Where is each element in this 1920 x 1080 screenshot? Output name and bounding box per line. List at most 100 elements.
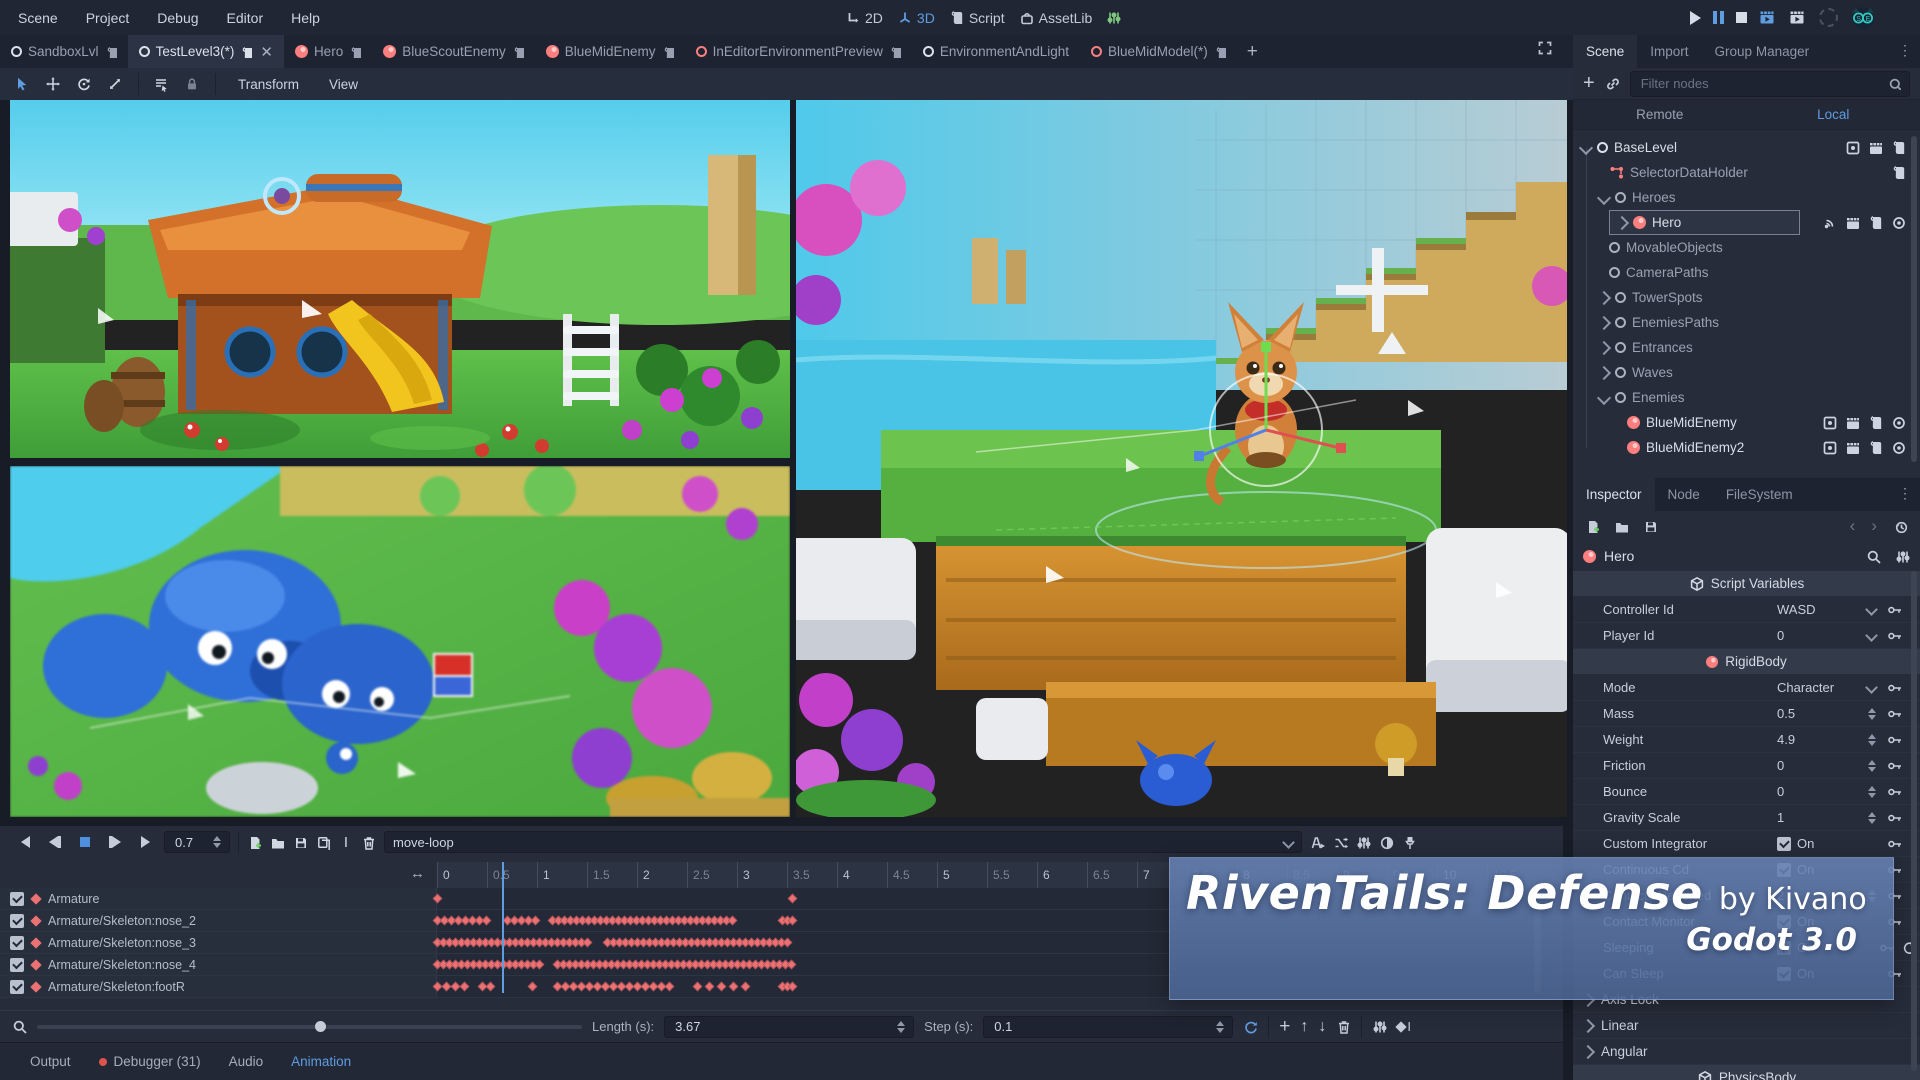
timeline-zoom-slider[interactable] — [37, 1020, 582, 1032]
timeline-pan-icon[interactable]: ↔ — [410, 865, 425, 882]
scene-tab-testlevel3[interactable]: TestLevel3(*) ✕ — [127, 35, 284, 68]
filter-nodes-field[interactable] — [1629, 70, 1910, 97]
scene-tree-scrollbar[interactable] — [1911, 136, 1917, 462]
collapse-icon[interactable] — [1578, 140, 1594, 155]
add-node-button[interactable]: + — [1583, 72, 1595, 95]
clapper-icon[interactable] — [1868, 140, 1883, 155]
track-enabled-checkbox[interactable] — [10, 913, 24, 928]
dock-splitter[interactable] — [1573, 470, 1920, 478]
keyframe[interactable] — [530, 915, 540, 926]
animation-panel-button[interactable]: Animation — [281, 1054, 361, 1069]
script-icon[interactable] — [1868, 415, 1883, 430]
menu-scene[interactable]: Scene — [4, 0, 72, 35]
tab-group-manager[interactable]: Group Manager — [1702, 35, 1823, 68]
duplicate-animation-icon[interactable] — [316, 835, 331, 850]
property-tools-icon[interactable] — [1895, 549, 1910, 564]
workspace-3d-button[interactable]: 3D — [897, 10, 935, 26]
scene-tab-environmentandlight[interactable]: EnvironmentAndLight — [912, 35, 1080, 68]
section-rigidbody[interactable]: RigidBody — [1573, 649, 1920, 675]
key-icon[interactable] — [1887, 836, 1902, 851]
anim-stop-button[interactable] — [74, 831, 96, 853]
move-track-up-button[interactable]: ↑ — [1300, 1018, 1308, 1036]
add-track-button[interactable]: + — [1279, 1016, 1290, 1038]
visibility-icon[interactable] — [1891, 415, 1906, 430]
view-menu[interactable]: View — [321, 77, 366, 92]
keyframe[interactable] — [740, 981, 750, 992]
clapper-icon[interactable] — [1845, 215, 1860, 230]
edit-transitions-icon[interactable] — [1333, 835, 1348, 850]
rotate-tool-icon[interactable] — [76, 76, 93, 93]
tab-inspector[interactable]: Inspector — [1573, 478, 1655, 511]
script-icon[interactable] — [1868, 215, 1883, 230]
lock-selected-icon[interactable] — [184, 76, 201, 93]
stepper-icon[interactable] — [1868, 759, 1876, 772]
tree-row-towerspots[interactable]: TowerSpots — [1573, 285, 1920, 310]
menu-project[interactable]: Project — [72, 0, 144, 35]
workspace-script-button[interactable]: Script — [949, 10, 1005, 26]
viewport-top-left[interactable] — [10, 100, 790, 458]
anim-play-button[interactable] — [134, 831, 156, 853]
prop-mode[interactable]: Mode Character — [1573, 675, 1920, 701]
stepper-icon[interactable] — [1868, 785, 1876, 798]
select-tool-icon[interactable] — [14, 76, 31, 93]
close-tab-icon[interactable]: ✕ — [260, 43, 273, 61]
stop-button[interactable] — [1736, 12, 1747, 23]
tree-row-movableobjects[interactable]: MovableObjects — [1573, 235, 1920, 260]
key-icon[interactable] — [1887, 602, 1902, 617]
viewport-bottom-left[interactable] — [10, 466, 790, 817]
new-scene-tab-button[interactable]: + — [1237, 35, 1268, 68]
keyframe[interactable] — [450, 981, 460, 992]
scene-tab-bluemidmodel[interactable]: BlueMidModel(*) — [1080, 35, 1237, 68]
expand-icon[interactable] — [1596, 365, 1612, 380]
script-icon[interactable] — [1868, 440, 1883, 455]
expand-icon[interactable] — [1596, 340, 1612, 355]
visibility-icon[interactable] — [1891, 215, 1906, 230]
track-enabled-checkbox[interactable] — [10, 979, 24, 994]
position-stepper[interactable] — [213, 836, 221, 848]
rename-animation-icon[interactable]: I — [339, 834, 353, 851]
delete-animation-icon[interactable] — [361, 835, 376, 850]
list-select-tool-icon[interactable] — [153, 76, 170, 93]
step-field[interactable] — [983, 1015, 1234, 1038]
checkbox-checked[interactable] — [1777, 836, 1791, 851]
prop-custom-integrator[interactable]: Custom Integrator On — [1573, 831, 1920, 857]
signal-connections-icon[interactable] — [1822, 215, 1837, 230]
autoplay-toggle-icon[interactable] — [1310, 835, 1325, 850]
output-panel-button[interactable]: Output — [20, 1054, 81, 1069]
track-tools-icon[interactable] — [1372, 1019, 1387, 1034]
pause-button[interactable] — [1713, 11, 1724, 24]
fold-angular[interactable]: Angular — [1573, 1039, 1920, 1065]
workspace-2d-button[interactable]: 2D — [845, 10, 883, 26]
keyframe[interactable] — [441, 981, 451, 992]
keyframe[interactable] — [787, 893, 797, 904]
stepper-icon[interactable] — [1868, 811, 1876, 824]
collapse-icon[interactable] — [1596, 390, 1612, 405]
keyframe[interactable] — [527, 981, 537, 992]
tree-row-bluemidenemy2[interactable]: BlueMidEnemy2 — [1573, 435, 1920, 460]
length-stepper[interactable] — [897, 1020, 906, 1033]
editable-children-icon[interactable] — [1845, 140, 1860, 155]
editable-children-icon[interactable] — [1822, 415, 1837, 430]
play-backwards-from-end-button[interactable] — [14, 831, 36, 853]
chevron-down-icon[interactable] — [1865, 629, 1878, 642]
debugger-panel-button[interactable]: Debugger (31) — [89, 1054, 211, 1069]
clapper-icon[interactable] — [1845, 440, 1860, 455]
play-custom-scene-button[interactable] — [1789, 9, 1807, 27]
editable-children-icon[interactable] — [1822, 440, 1837, 455]
prop-weight[interactable]: Weight 4.9 — [1573, 727, 1920, 753]
key-icon[interactable] — [1887, 680, 1902, 695]
history-back-icon[interactable]: ‹ — [1850, 516, 1856, 536]
section-script-variables[interactable]: Script Variables — [1573, 571, 1920, 597]
audio-panel-button[interactable]: Audio — [219, 1054, 274, 1069]
keyframe[interactable] — [728, 981, 738, 992]
save-resource-icon[interactable] — [1643, 519, 1658, 534]
timeline-playhead[interactable] — [502, 862, 504, 993]
load-resource-icon[interactable] — [1614, 519, 1629, 534]
stepper-icon[interactable] — [1868, 733, 1876, 746]
search-properties-icon[interactable] — [1866, 549, 1881, 564]
scene-tab-bluescoutenemy[interactable]: BlueScoutEnemy — [372, 35, 535, 68]
instance-scene-icon[interactable] — [1605, 76, 1620, 91]
track-enabled-checkbox[interactable] — [10, 957, 24, 972]
scene-tab-hero[interactable]: Hero — [284, 35, 372, 68]
workspace-assetlib-button[interactable]: AssetLib — [1019, 10, 1092, 26]
